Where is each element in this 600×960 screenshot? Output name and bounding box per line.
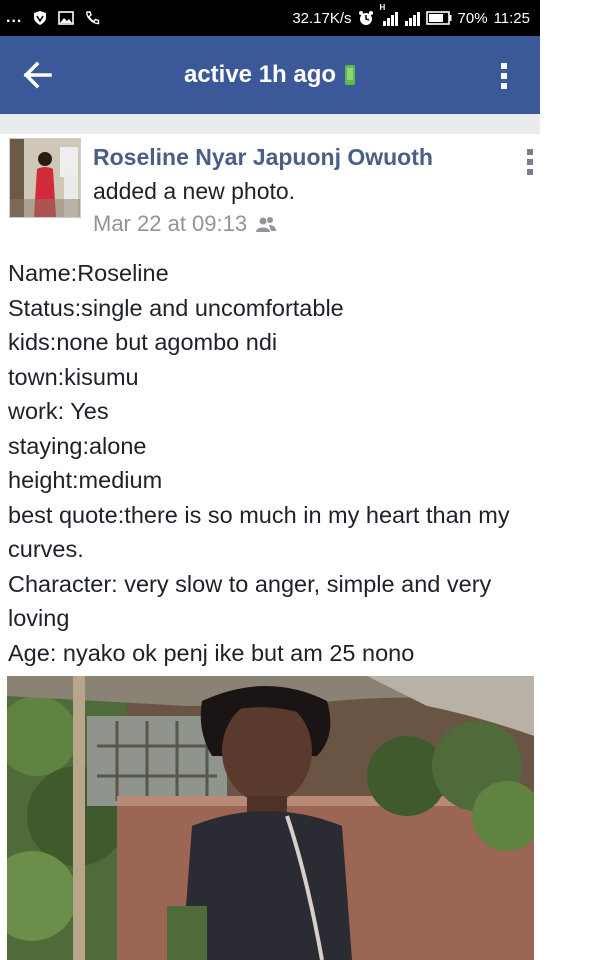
alarm-clock-icon — [358, 11, 373, 25]
battery-level: 70% — [457, 9, 488, 27]
mobile-online-icon — [345, 65, 356, 85]
battery-icon — [425, 11, 452, 25]
post-body: Name:Roseline Status:single and uncomfor… — [8, 256, 533, 670]
active-status-text: active 1h ago — [183, 61, 337, 88]
avatar[interactable] — [9, 138, 81, 218]
app-bar: active 1h ago — [0, 36, 540, 114]
status-bar: ... 32.17K/s H 70% 11:25 — [0, 0, 540, 36]
post-line: town:kisumu — [8, 363, 139, 390]
post-line: Name:Roseline — [8, 260, 169, 286]
post-author[interactable]: Roseline Nyar Japuonj Owuoth — [93, 144, 433, 171]
shield-icon — [34, 11, 47, 25]
overflow-menu-icon[interactable] — [500, 62, 508, 90]
post-action: added a new photo. — [93, 178, 296, 204]
network-speed: 32.17K/s — [292, 9, 352, 27]
page-title: active 1h ago — [0, 36, 540, 114]
post-meta: Mar 22 at 09:13 — [93, 211, 277, 237]
post-line: staying:alone — [8, 432, 147, 459]
post-line: work: Yes — [8, 398, 109, 424]
signal-bars-icon-2 — [404, 12, 420, 26]
signal-bars-icon — [382, 12, 398, 26]
divider — [0, 114, 540, 134]
post-line: best quote:there is so much in my heart … — [8, 501, 510, 563]
post-line: Status:single and uncomfortable — [8, 294, 344, 321]
post-line: kids:none but agombo ndi — [8, 329, 278, 355]
status-bar-left: ... — [6, 0, 100, 36]
clock: 11:25 — [493, 9, 530, 27]
post-line: Age: nyako ok penj ike but am 25 nono — [8, 639, 415, 666]
profile-photo — [10, 139, 80, 217]
signal-h-icon: H — [380, 3, 398, 26]
more-notifications-icon: ... — [6, 9, 23, 26]
phone-screen: ... 32.17K/s H 70% 11:25 active 1h ago R… — [0, 0, 540, 960]
post-options-icon[interactable] — [526, 148, 534, 176]
status-bar-right: 32.17K/s H 70% 11:25 — [292, 0, 530, 36]
post-line: height:medium — [8, 467, 163, 493]
post-line: Character: very slow to anger, simple an… — [8, 570, 492, 632]
phone-call-icon — [86, 11, 100, 25]
post-photo-image — [7, 676, 534, 960]
image-icon — [58, 11, 75, 25]
post-photo[interactable] — [7, 676, 534, 960]
post-timestamp[interactable]: Mar 22 at 09:13 — [93, 211, 247, 237]
friends-audience-icon — [256, 217, 277, 232]
